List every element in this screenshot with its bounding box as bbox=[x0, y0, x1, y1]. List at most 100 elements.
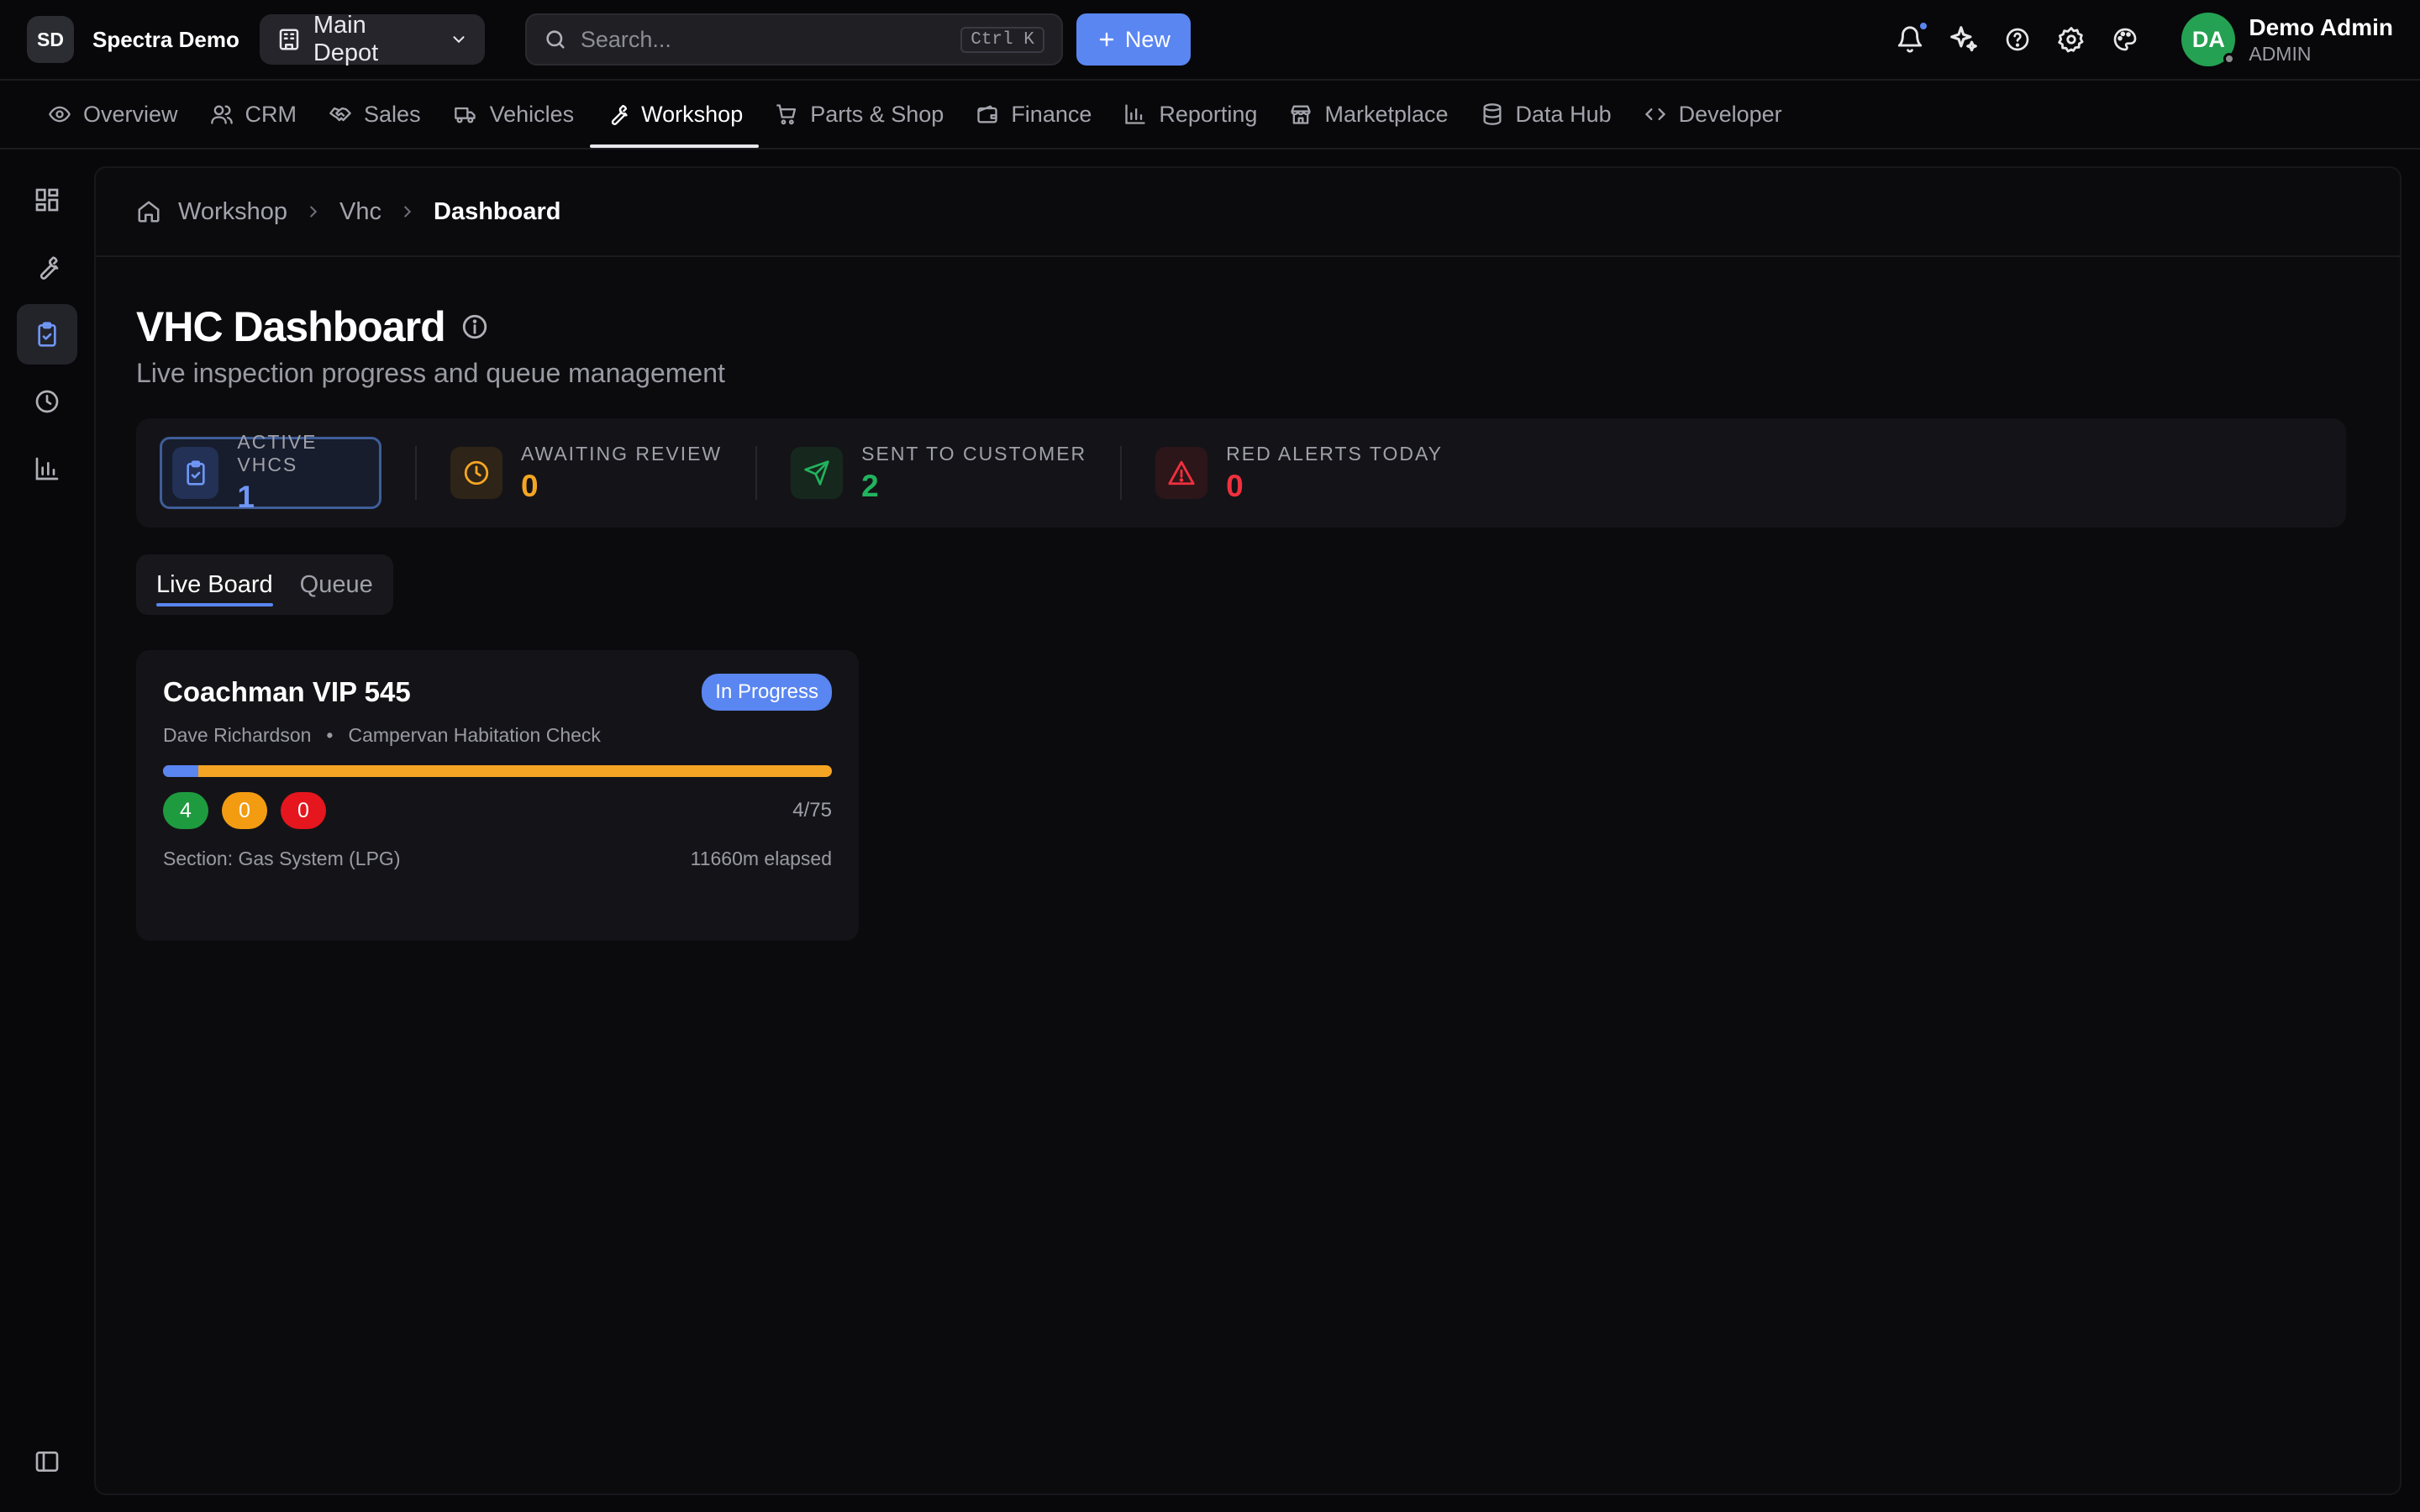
stat-value: 2 bbox=[861, 468, 879, 503]
theme-button[interactable] bbox=[2111, 25, 2139, 54]
divider bbox=[1120, 446, 1123, 500]
stat-label: Sent to Customer bbox=[861, 442, 1087, 465]
sidebar-item-reports[interactable] bbox=[17, 438, 77, 499]
notifications-button[interactable] bbox=[1896, 20, 1930, 54]
main-panel: Workshop Vhc Dashboard VHC Dashboard Liv… bbox=[94, 166, 2402, 1495]
stat-awaiting-review[interactable]: Awaiting Review 0 bbox=[450, 437, 722, 509]
chevron-right-icon bbox=[304, 202, 323, 221]
title-row: VHC Dashboard bbox=[136, 302, 489, 351]
stat-label: Active VHCs bbox=[237, 431, 318, 475]
sidebar bbox=[0, 150, 94, 1512]
clipboard-check-icon bbox=[34, 321, 60, 348]
stat-label: Red Alerts Today bbox=[1226, 442, 1443, 465]
depot-selector[interactable]: Main Depot bbox=[259, 12, 485, 66]
grid-icon bbox=[34, 186, 60, 213]
search-icon bbox=[544, 28, 567, 51]
building-icon bbox=[276, 27, 302, 52]
new-button-label: New bbox=[1124, 26, 1171, 52]
top-bar: SD Spectra Demo Main Depot Ctrl K New bbox=[0, 0, 2420, 81]
green-count-badge: 4 bbox=[163, 792, 208, 829]
nav-label: Parts & Shop bbox=[810, 101, 944, 127]
chevron-down-icon bbox=[450, 30, 468, 49]
nav-label: Vehicles bbox=[489, 101, 575, 127]
nav-label: Reporting bbox=[1159, 101, 1258, 127]
breadcrumb-vhc[interactable]: Vhc bbox=[339, 198, 381, 226]
nav-crm[interactable]: CRM bbox=[194, 81, 313, 148]
code-icon bbox=[1644, 102, 1667, 126]
divider bbox=[755, 446, 758, 500]
nav-reporting[interactable]: Reporting bbox=[1107, 81, 1273, 148]
search-input[interactable] bbox=[580, 26, 948, 53]
nav-overview[interactable]: Overview bbox=[32, 81, 194, 148]
nav-sales[interactable]: Sales bbox=[313, 81, 437, 148]
palette-icon bbox=[2112, 26, 2139, 53]
tab-live-board[interactable]: Live Board bbox=[143, 554, 287, 615]
user-initials: DA bbox=[2191, 26, 2225, 52]
home-icon[interactable] bbox=[136, 199, 161, 224]
sidebar-toggle-button[interactable] bbox=[17, 1431, 77, 1492]
breadcrumb-workshop[interactable]: Workshop bbox=[178, 198, 287, 226]
vhc-card[interactable]: Coachman VIP 545 In Progress Dave Richar… bbox=[136, 650, 859, 941]
new-button[interactable]: New bbox=[1076, 13, 1191, 66]
meta-separator: • bbox=[326, 724, 334, 746]
depot-label: Main Depot bbox=[313, 12, 379, 66]
avatar: DA bbox=[2181, 13, 2236, 66]
store-icon bbox=[1289, 102, 1313, 126]
nav-label: Data Hub bbox=[1515, 101, 1612, 127]
bar-chart-icon bbox=[1123, 102, 1147, 126]
nav-marketplace[interactable]: Marketplace bbox=[1273, 81, 1464, 148]
user-menu[interactable]: DA Demo Admin ADMIN bbox=[2181, 13, 2393, 66]
nav-parts-shop[interactable]: Parts & Shop bbox=[759, 81, 960, 148]
status-badge: In Progress bbox=[702, 674, 832, 711]
stat-value: 0 bbox=[1226, 468, 1244, 503]
sparkles-icon bbox=[1948, 24, 1980, 55]
tab-queue[interactable]: Queue bbox=[287, 554, 387, 615]
sidebar-item-history[interactable] bbox=[17, 371, 77, 432]
help-button[interactable] bbox=[2003, 25, 2032, 54]
ai-assistant-button[interactable] bbox=[1949, 25, 1978, 54]
search-box[interactable]: Ctrl K bbox=[524, 13, 1063, 66]
user-role: ADMIN bbox=[2249, 42, 2312, 65]
plus-icon bbox=[1097, 29, 1117, 50]
stat-value: 0 bbox=[521, 468, 539, 503]
truck-icon bbox=[453, 102, 478, 126]
nav-workshop[interactable]: Workshop bbox=[590, 81, 760, 148]
sidebar-item-jobs[interactable] bbox=[17, 237, 77, 297]
user-name: Demo Admin bbox=[2249, 13, 2393, 40]
settings-button[interactable] bbox=[2057, 25, 2086, 54]
brand-avatar: SD bbox=[27, 16, 74, 63]
breadcrumb-dashboard: Dashboard bbox=[434, 197, 561, 225]
nav-label: Developer bbox=[1678, 101, 1782, 127]
sidebar-item-vhc[interactable] bbox=[17, 304, 77, 365]
top-actions: DA Demo Admin ADMIN bbox=[1896, 13, 2393, 66]
nav-label: CRM bbox=[245, 101, 297, 127]
brand[interactable]: SD Spectra Demo bbox=[27, 16, 239, 63]
eye-icon bbox=[48, 102, 71, 126]
progress-fill bbox=[163, 765, 199, 777]
clock-icon bbox=[450, 447, 502, 499]
nav-vehicles[interactable]: Vehicles bbox=[437, 81, 591, 148]
database-icon bbox=[1481, 102, 1504, 126]
view-tabs: Live Board Queue bbox=[136, 554, 393, 615]
nav-data-hub[interactable]: Data Hub bbox=[1465, 81, 1628, 148]
stat-active-vhcs[interactable]: Active VHCs 1 bbox=[160, 431, 381, 514]
divider bbox=[415, 446, 417, 500]
cart-icon bbox=[775, 102, 798, 126]
chevron-right-icon bbox=[398, 202, 417, 221]
nav-label: Sales bbox=[364, 101, 421, 127]
items-completed: 4/75 bbox=[792, 799, 832, 822]
wrench-icon bbox=[34, 254, 60, 281]
stat-red-alerts[interactable]: Red Alerts Today 0 bbox=[1155, 437, 1443, 509]
check-type: Campervan Habitation Check bbox=[348, 724, 601, 746]
nav-finance[interactable]: Finance bbox=[960, 81, 1107, 148]
brand-name: Spectra Demo bbox=[92, 26, 239, 52]
wallet-icon bbox=[976, 102, 999, 126]
stat-sent-to-customer[interactable]: Sent to Customer 2 bbox=[791, 437, 1086, 509]
page-subtitle: Live inspection progress and queue manag… bbox=[136, 358, 725, 388]
nav-label: Workshop bbox=[641, 101, 744, 127]
nav-developer[interactable]: Developer bbox=[1628, 81, 1798, 148]
sidebar-item-dashboard[interactable] bbox=[17, 170, 77, 230]
nav-label: Finance bbox=[1011, 101, 1092, 127]
users-icon bbox=[210, 102, 234, 126]
info-icon[interactable] bbox=[460, 312, 489, 341]
